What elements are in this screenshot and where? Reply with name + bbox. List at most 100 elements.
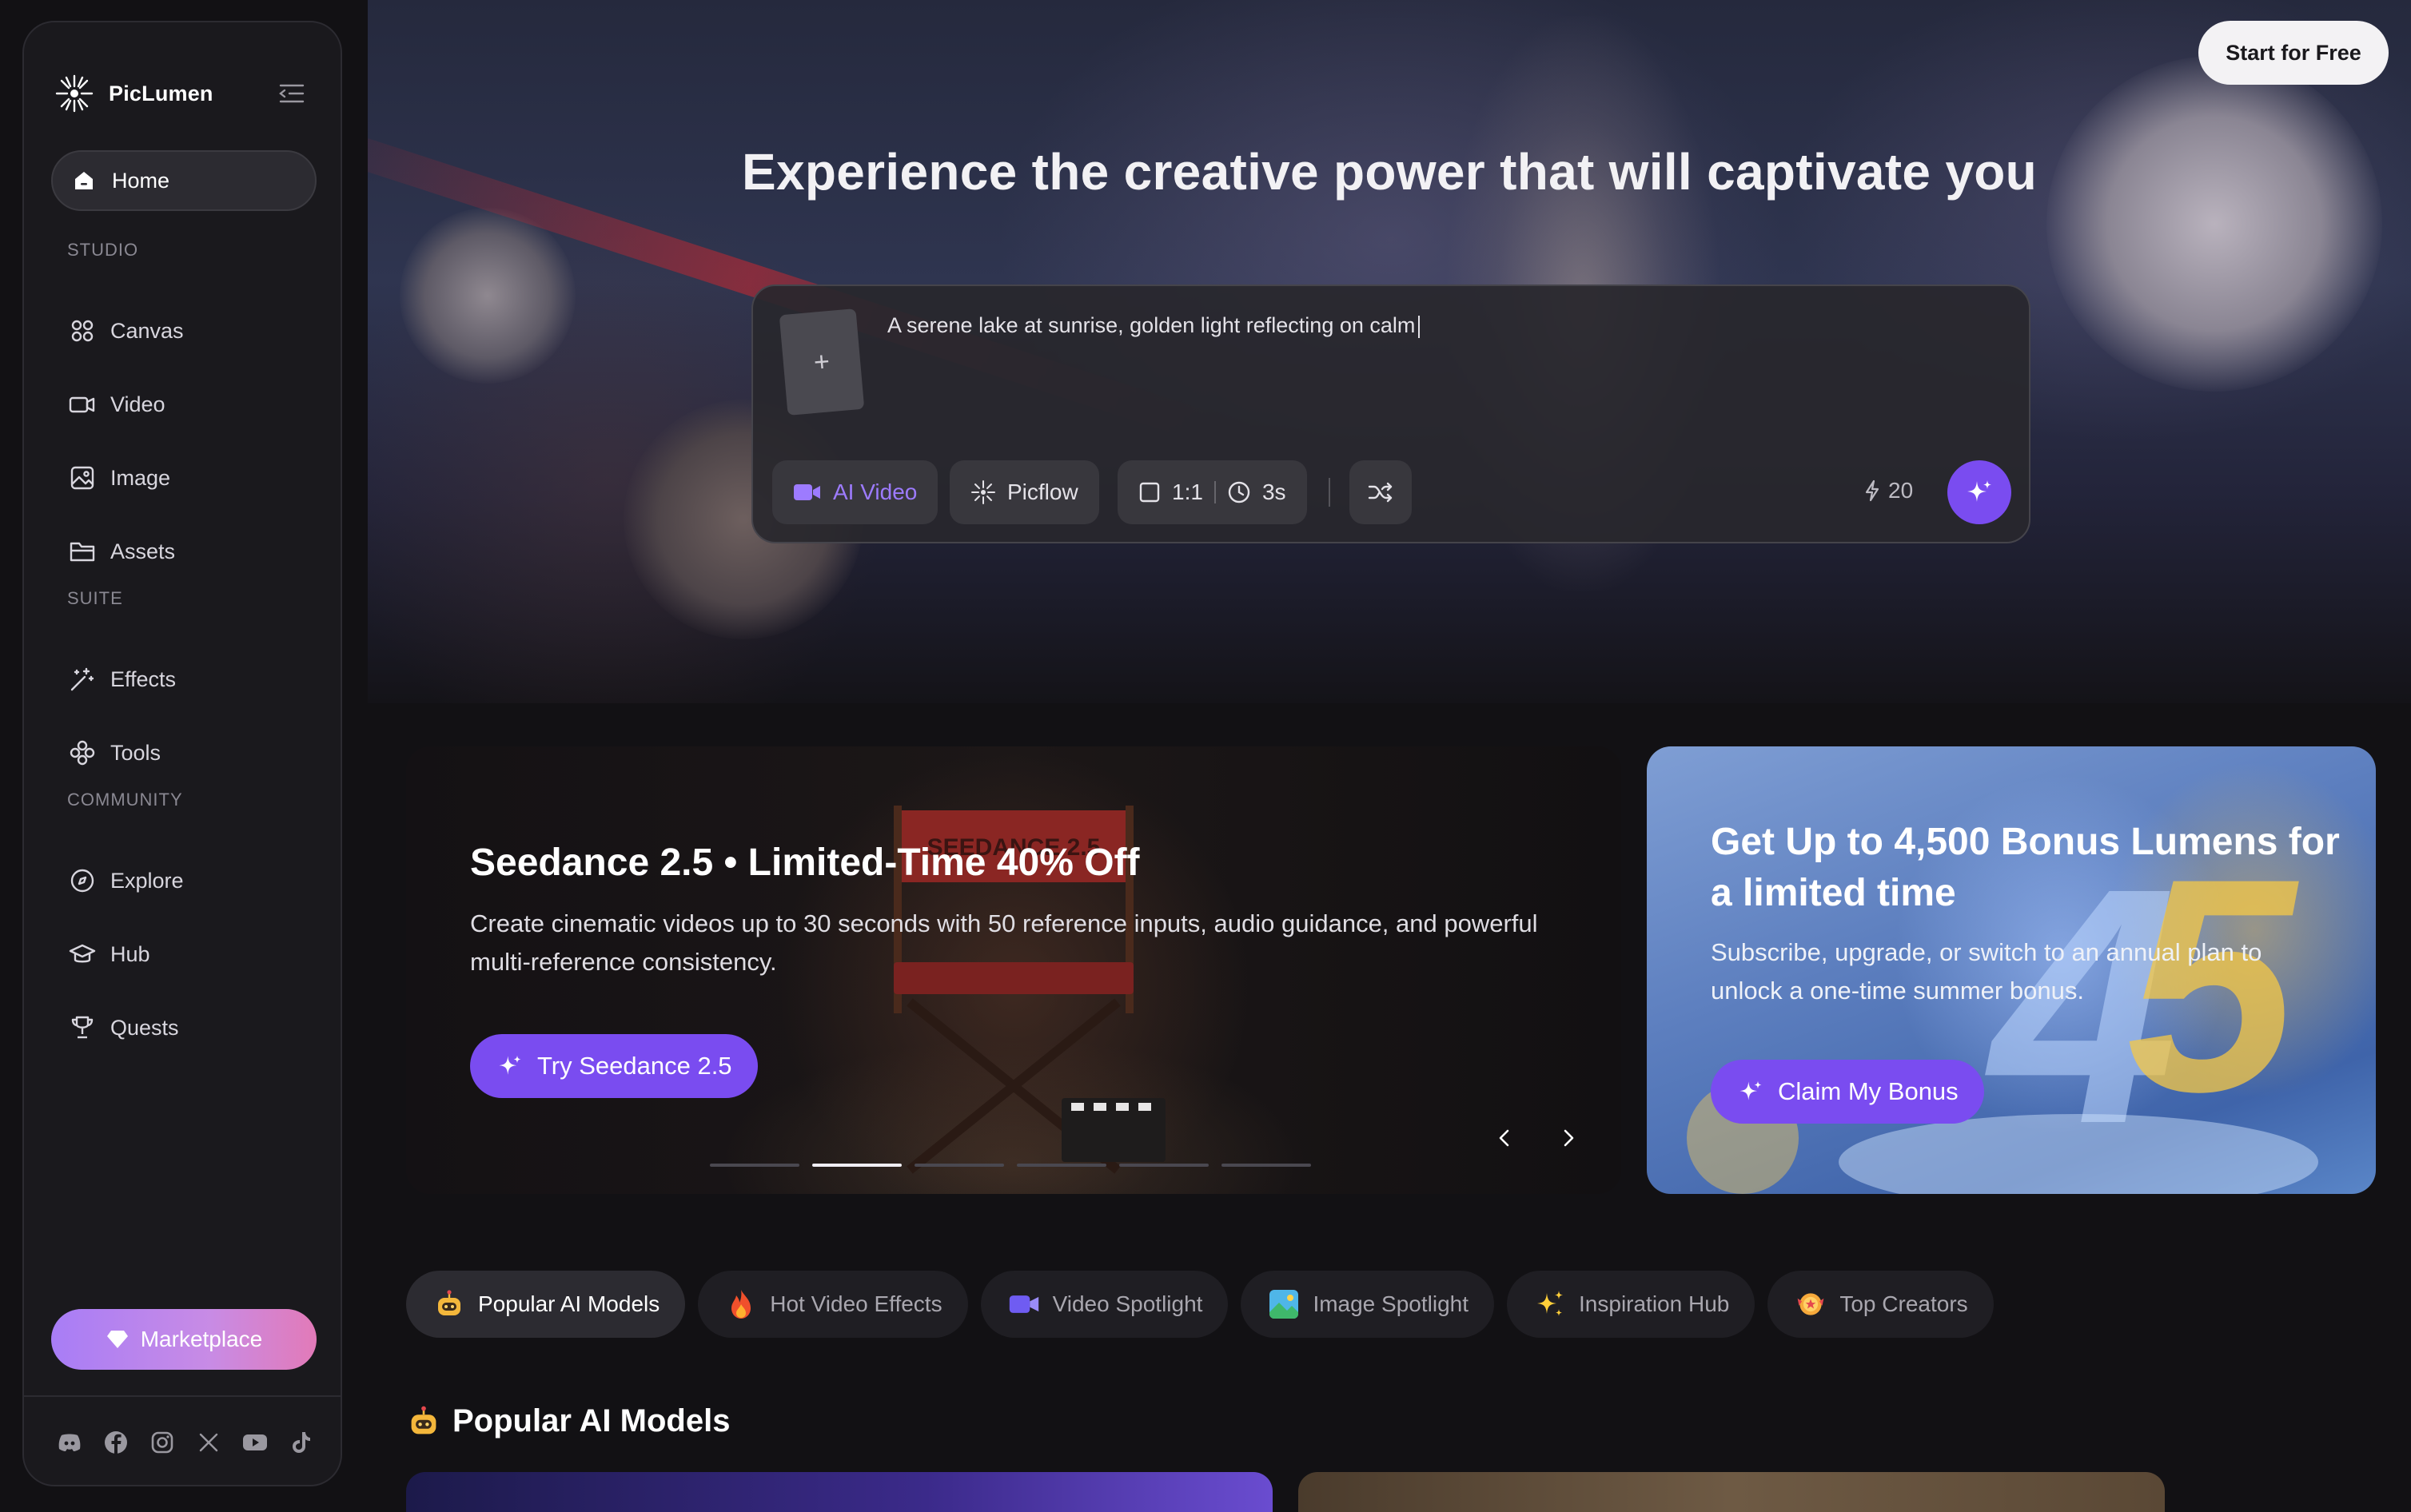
tab-popular-ai-models[interactable]: Popular AI Models	[406, 1271, 686, 1338]
social-links	[56, 1429, 315, 1456]
sidebar-item-label: Canvas	[110, 318, 184, 343]
tab-label: Hot Video Effects	[770, 1291, 942, 1316]
try-seedance-button[interactable]: Try Seedance 2.5	[470, 1034, 758, 1098]
sidebar-item-label: Hub	[110, 941, 150, 966]
sidebar-item-effects[interactable]: Effects	[51, 649, 317, 710]
ratio-duration-selector[interactable]: 1:1 3s	[1118, 460, 1307, 524]
gem-icon	[106, 1329, 130, 1350]
credit-cost: 20	[1864, 478, 1913, 503]
brand-logo[interactable]: PicLumen	[54, 74, 213, 113]
sidebar-item-canvas[interactable]: Canvas	[51, 300, 317, 361]
sidebar-item-label: Tools	[110, 740, 161, 765]
collapse-sidebar-icon[interactable]	[278, 83, 305, 104]
shuffle-button[interactable]	[1349, 460, 1412, 524]
generate-button[interactable]	[1947, 460, 2011, 524]
sidebar: PicLumen Home STUDIO Canvas Video Image	[22, 21, 342, 1486]
x-icon[interactable]	[195, 1429, 222, 1456]
text-caret	[1418, 315, 1421, 338]
sidebar-item-home[interactable]: Home	[51, 150, 317, 211]
prompt-value: A serene lake at sunrise, golden light r…	[887, 313, 1416, 337]
sparkles-icon	[1534, 1288, 1566, 1320]
robot-emoji-icon	[433, 1288, 465, 1320]
section-header-popular-ai-models: Popular AI Models	[406, 1403, 730, 1439]
model-selector-picflow[interactable]: Picflow	[950, 460, 1099, 524]
image-icon	[69, 464, 96, 491]
start-for-free-button[interactable]: Start for Free	[2198, 21, 2389, 85]
model-card[interactable]	[406, 1472, 1273, 1512]
video-camera-icon	[793, 481, 822, 503]
medal-icon	[1795, 1288, 1827, 1320]
sidebar-item-video[interactable]: Video	[51, 374, 317, 435]
sidebar-item-explore[interactable]: Explore	[51, 850, 317, 911]
tab-label: Image Spotlight	[1313, 1291, 1469, 1316]
canvas-icon	[69, 317, 96, 344]
claim-bonus-button[interactable]: Claim My Bonus	[1711, 1060, 1984, 1124]
prompt-card: + A serene lake at sunrise, golden light…	[751, 284, 2030, 543]
sidebar-item-tools[interactable]: Tools	[51, 722, 317, 783]
facebook-icon[interactable]	[102, 1429, 130, 1456]
aspect-ratio-icon	[1138, 481, 1161, 503]
promo-banner-bonus-lumens: 4 5 Get Up to 4,500 Bonus Lumens for a l…	[1647, 746, 2376, 1194]
sparkle-icon	[1736, 1077, 1765, 1106]
section-label-studio: STUDIO	[67, 240, 139, 260]
ratio-label: 1:1	[1172, 479, 1203, 504]
sidebar-item-image[interactable]: Image	[51, 448, 317, 508]
compass-icon	[69, 867, 96, 894]
carousel-pagination	[710, 1164, 1311, 1167]
carousel-dot-active[interactable]	[812, 1164, 902, 1167]
model-card[interactable]	[1298, 1472, 2165, 1512]
fire-emoji-icon	[725, 1288, 757, 1320]
tab-label: Top Creators	[1839, 1291, 1968, 1316]
sidebar-item-label: Explore	[110, 868, 184, 893]
banner-description: Create cinematic videos up to 30 seconds…	[470, 909, 1538, 976]
tab-label: Inspiration Hub	[1579, 1291, 1730, 1316]
carousel-dot[interactable]	[915, 1164, 1004, 1167]
sidebar-divider	[24, 1395, 341, 1397]
duration-label: 3s	[1261, 479, 1286, 504]
model-label: Picflow	[1007, 479, 1078, 504]
button-label: Claim My Bonus	[1778, 1077, 1959, 1105]
carousel-next-icon[interactable]	[1552, 1122, 1584, 1154]
sparkle-icon	[496, 1052, 524, 1080]
sidebar-item-hub[interactable]: Hub	[51, 924, 317, 985]
carousel-dot[interactable]	[1221, 1164, 1311, 1167]
plus-icon: +	[812, 345, 831, 378]
sidebar-item-label: Assets	[110, 539, 176, 563]
tab-inspiration-hub[interactable]: Inspiration Hub	[1507, 1271, 1755, 1338]
carousel-dot[interactable]	[1119, 1164, 1209, 1167]
tab-label: Video Spotlight	[1052, 1291, 1203, 1316]
youtube-icon[interactable]	[241, 1429, 269, 1456]
sidebar-item-assets[interactable]: Assets	[51, 521, 317, 582]
sidebar-item-label: Home	[112, 168, 170, 193]
carousel-prev-icon[interactable]	[1488, 1122, 1520, 1154]
prompt-input[interactable]: A serene lake at sunrise, golden light r…	[887, 313, 1421, 338]
home-icon	[70, 167, 98, 194]
carousel-dot[interactable]	[710, 1164, 799, 1167]
mode-selector-ai-video[interactable]: AI Video	[772, 460, 938, 524]
brand-name: PicLumen	[109, 81, 213, 105]
tab-label: Popular AI Models	[478, 1291, 660, 1316]
tab-video-spotlight[interactable]: Video Spotlight	[980, 1271, 1229, 1338]
trophy-icon	[69, 1014, 96, 1041]
category-tabs: Popular AI Models Hot Video Effects Vide…	[406, 1271, 1994, 1338]
tiktok-icon[interactable]	[288, 1429, 315, 1456]
banner-title: Seedance 2.5 • Limited-Time 40% Off	[470, 842, 1140, 884]
marketplace-button[interactable]: Marketplace	[51, 1309, 317, 1370]
discord-icon[interactable]	[56, 1429, 83, 1456]
carousel-dot[interactable]	[1017, 1164, 1106, 1167]
tab-image-spotlight[interactable]: Image Spotlight	[1241, 1271, 1495, 1338]
section-title: Popular AI Models	[452, 1403, 731, 1438]
clock-icon	[1227, 480, 1251, 504]
sidebar-item-quests[interactable]: Quests	[51, 997, 317, 1058]
tab-top-creators[interactable]: Top Creators	[1767, 1271, 1994, 1338]
marketplace-label: Marketplace	[140, 1327, 263, 1351]
hero-title: Experience the creative power that will …	[741, 143, 2038, 201]
instagram-icon[interactable]	[149, 1429, 176, 1456]
robot-emoji-icon	[406, 1404, 441, 1439]
upload-reference-button[interactable]: +	[779, 308, 865, 416]
tab-hot-video-effects[interactable]: Hot Video Effects	[698, 1271, 968, 1338]
hero-background-flower	[400, 208, 576, 384]
banner-description: Subscribe, upgrade, or switch to an annu…	[1711, 938, 2262, 1005]
magic-wand-icon	[69, 666, 96, 693]
sidebar-item-label: Image	[110, 465, 171, 490]
